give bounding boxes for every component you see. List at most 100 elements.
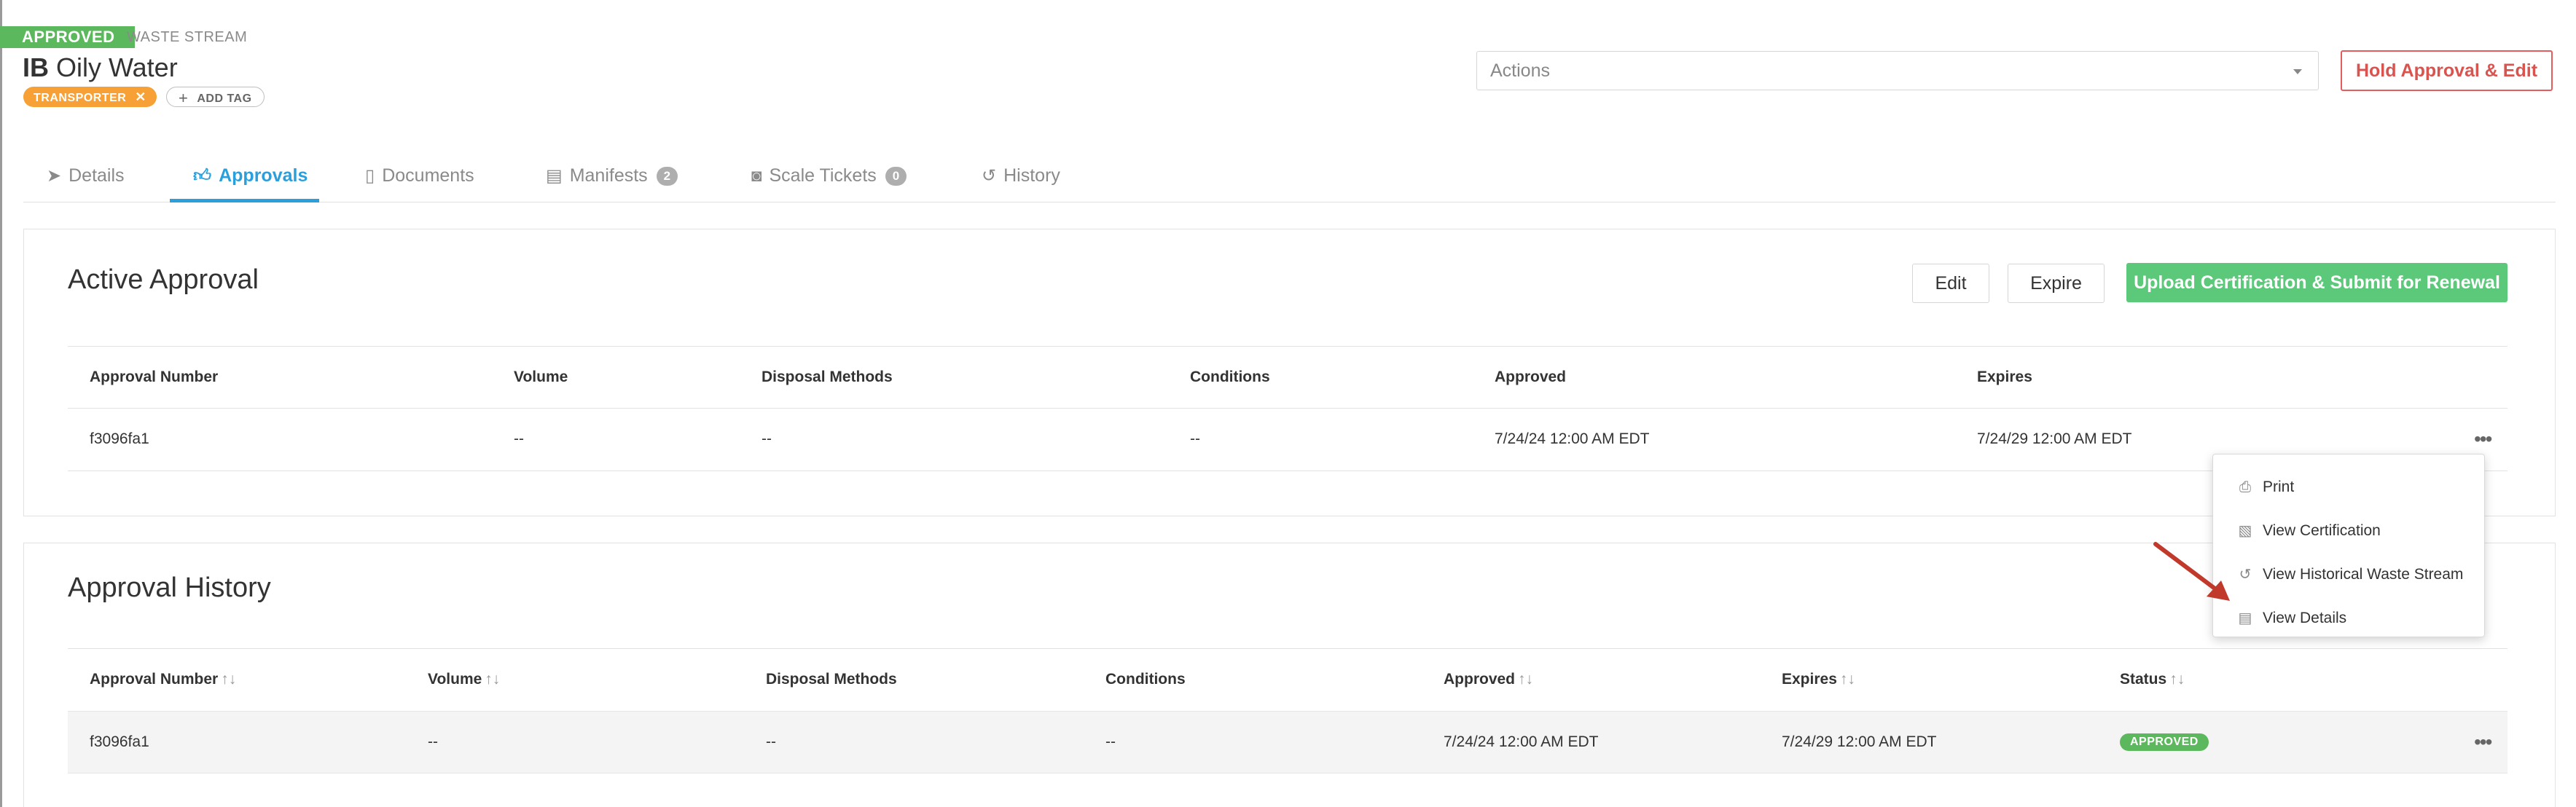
menu-item-view-certification[interactable]: ▧ View Certification [2236,516,2381,546]
upload-certification-button[interactable]: Upload Certification & Submit for Renewa… [2126,263,2508,302]
add-tag-label: ADD TAG [197,92,252,105]
active-approval-title: Active Approval [68,264,259,295]
sort-icon: ↑↓ [221,671,237,688]
approval-history-title: Approval History [68,572,271,603]
column-label: Expires [1782,671,1837,688]
page-title: IB Oily Water [23,51,178,84]
approved-cell: 7/24/24 12:00 AM EDT [1495,430,1650,447]
tab-bar: ➤ Details 👍︎ Approvals ▯ Documents ▤ Manifes… [23,157,2556,202]
row-actions-ellipsis-icon[interactable]: ••• [2474,732,2492,752]
expire-button[interactable]: Expire [2008,264,2105,303]
certificate-icon: ▧ [2238,523,2252,539]
manifests-count-badge: 2 [656,167,678,186]
disposal-methods-cell: -- [766,733,776,750]
volume-cell: -- [514,430,524,447]
window-edge [0,0,2,807]
conditions-cell: -- [1190,430,1200,447]
annotation-arrow-icon [2153,542,2230,601]
history-icon: ↺ [982,166,997,186]
table-header: Approval Number Volume Disposal Methods … [68,346,2508,409]
document-icon: ▤ [2238,610,2252,626]
tab-history[interactable]: ↺ History [982,157,1060,202]
tab-details[interactable]: ➤ Details [47,157,125,202]
tab-scale-tickets[interactable]: ◙ Scale Tickets 0 [751,157,907,202]
table-row: f3096fa1 -- -- -- 7/24/24 12:00 AM EDT 7… [68,409,2508,471]
expires-cell: 7/24/29 12:00 AM EDT [1782,733,1937,750]
remove-tag-icon[interactable]: ✕ [135,90,146,104]
column-header-sortable[interactable]: Volume ↑↓ [428,671,500,688]
column-header: Conditions [1190,369,1270,385]
menu-item-view-historical-waste-stream[interactable]: ↺ View Historical Waste Stream [2236,560,2464,589]
tab-label: History [1003,165,1060,186]
expires-cell: 7/24/29 12:00 AM EDT [1977,430,2132,447]
table-header: Approval Number ↑↓ Volume ↑↓ Disposal Meth… [68,648,2508,711]
plus-icon: + [179,89,189,107]
sort-icon: ↑↓ [485,671,501,688]
edit-button[interactable]: Edit [1912,264,1989,303]
history-icon: ↺ [2239,567,2252,583]
title-prefix: IB [23,52,49,82]
approval-number-cell: f3096fa1 [90,733,149,750]
sort-icon: ↑↓ [1839,671,1855,688]
status-badge: APPROVED [2120,733,2209,751]
column-header-sortable[interactable]: Expires ↑↓ [1782,671,1855,688]
menu-item-print[interactable]: ⎙ Print [2236,473,2294,502]
column-header: Approval Number [90,369,219,385]
status-cell: APPROVED [2120,732,2209,751]
tab-label: Manifests [569,165,648,186]
column-header: Disposal Methods [762,369,893,385]
menu-item-label: Print [2263,479,2295,495]
conditions-cell: -- [1105,733,1116,750]
status-badge: APPROVED [0,26,136,48]
column-header: Conditions [1105,671,1186,688]
actions-placeholder: Actions [1490,60,1550,81]
chevron-down-icon [2293,69,2302,74]
row-actions-menu: ⎙ Print ▧ View Certification ↺ View Histori… [2212,454,2485,637]
tab-label: Details [68,165,125,186]
row-actions-ellipsis-icon[interactable]: ••• [2474,429,2492,449]
column-label: Approval Number [90,671,219,688]
column-label: Approved [1444,671,1516,688]
menu-item-view-details[interactable]: ▤ View Details [2236,604,2347,633]
approval-number-cell: f3096fa1 [90,430,149,447]
column-header: Disposal Methods [766,671,897,688]
add-tag-button[interactable]: + ADD TAG [166,87,265,107]
actions-dropdown[interactable]: Actions [1476,51,2319,90]
column-header: Approved [1495,369,1567,385]
column-header-sortable[interactable]: Status ↑↓ [2120,671,2185,688]
camera-icon: ◙ [751,166,762,186]
document-icon: ▯ [365,166,375,186]
disposal-methods-cell: -- [762,430,772,447]
menu-item-label: View Historical Waste Stream [2263,566,2464,583]
tab-documents[interactable]: ▯ Documents [365,157,474,202]
tab-label: Documents [382,165,474,186]
menu-item-label: View Certification [2263,522,2381,539]
table-row: f3096fa1 -- -- -- 7/24/24 12:00 AM EDT 7… [68,711,2508,773]
approved-cell: 7/24/24 12:00 AM EDT [1444,733,1599,750]
column-header: Expires [1977,369,2032,385]
menu-item-label: View Details [2263,610,2347,626]
tab-approvals[interactable]: 👍︎ Approvals [170,157,319,202]
column-header-sortable[interactable]: Approval Number ↑↓ [90,671,236,688]
tag-transporter[interactable]: TRANSPORTER ✕ [23,87,157,107]
thumbs-up-icon: 👍︎ [193,166,212,186]
volume-cell: -- [428,733,438,750]
hold-approval-edit-button[interactable]: Hold Approval & Edit [2341,50,2553,91]
scale-tickets-count-badge: 0 [885,167,907,186]
tab-label: Scale Tickets [769,165,877,186]
clipboard-icon: ▤ [546,166,563,186]
tab-label: Approvals [219,165,308,186]
sort-icon: ↑↓ [1518,671,1534,688]
sort-icon: ↑↓ [2169,671,2185,688]
column-label: Volume [428,671,482,688]
category-label: WASTE STREAM [127,29,248,45]
column-header: Volume [514,369,568,385]
column-label: Status [2120,671,2167,688]
printer-icon: ⎙ [2239,479,2251,495]
title-text: Oily Water [56,52,178,82]
tab-manifests[interactable]: ▤ Manifests 2 [546,157,678,202]
paper-plane-icon: ➤ [47,166,62,186]
column-header-sortable[interactable]: Approved ↑↓ [1444,671,1533,688]
tag-label: TRANSPORTER [34,92,127,104]
active-approval-panel: Active Approval Edit Expire Upload Certi… [23,229,2556,516]
